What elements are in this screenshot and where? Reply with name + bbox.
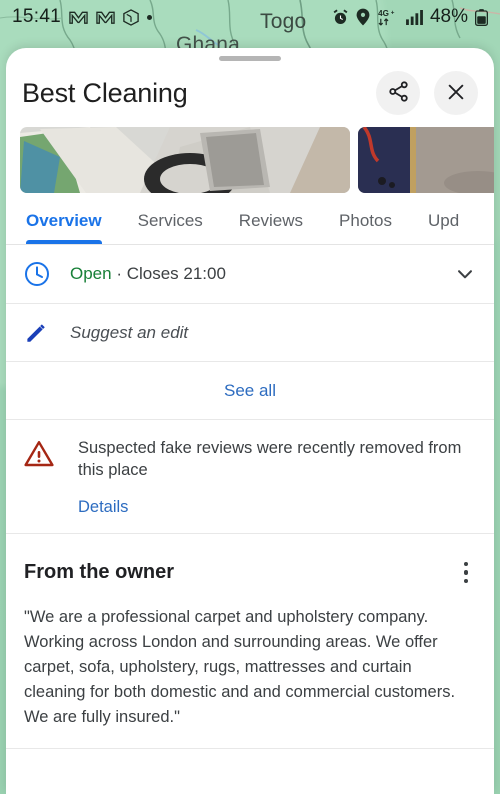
owner-section-title: From the owner (24, 560, 175, 583)
hours-text: Open · Closes 21:00 (70, 264, 444, 284)
photo-thumbnail[interactable] (20, 127, 350, 193)
gmail-icon (96, 10, 115, 24)
chevron-down-icon[interactable] (444, 263, 476, 285)
dot-icon (147, 14, 153, 20)
tab-reviews[interactable]: Reviews (221, 211, 321, 244)
share-button[interactable] (376, 71, 420, 115)
header-actions (376, 71, 478, 115)
battery-icon (475, 8, 488, 26)
tab-updates[interactable]: Upd (410, 211, 477, 244)
network-4gplus-icon: 4G + (377, 8, 399, 26)
see-all-label: See all (224, 380, 276, 400)
place-details-sheet: Best Cleaning Overview Services Reviews … (6, 48, 494, 794)
location-icon (356, 8, 370, 26)
warning-message: Suspected fake reviews were recently rem… (78, 439, 462, 479)
close-icon (445, 81, 467, 106)
page-title: Best Cleaning (22, 77, 188, 108)
status-bar-clock: 15:41 (12, 6, 62, 27)
fake-review-warning-block: Suspected fake reviews were recently rem… (6, 420, 494, 534)
hours-row[interactable]: Open · Closes 21:00 (6, 245, 494, 304)
status-bar-right: 4G + 48% (332, 6, 488, 28)
svg-text:+: + (391, 9, 395, 16)
status-bar: 15:41 4G + 48% (0, 0, 500, 34)
photo-thumbnail[interactable] (358, 127, 494, 193)
warning-top: Suspected fake reviews were recently rem… (24, 438, 476, 482)
section-divider (6, 748, 494, 750)
clock-icon (24, 261, 70, 287)
suggest-edit-label: Suggest an edit (70, 322, 189, 342)
svg-text:4G: 4G (378, 9, 389, 18)
gmail-icon (69, 10, 88, 24)
signal-bars-icon (406, 9, 423, 25)
photo-strip[interactable] (6, 127, 494, 193)
tab-overview[interactable]: Overview (20, 211, 120, 244)
sheet-header: Best Cleaning (6, 61, 494, 127)
warning-triangle-icon (24, 438, 78, 472)
owner-section-header: From the owner (6, 534, 494, 598)
see-all-row[interactable]: See all (6, 362, 494, 420)
package-icon (123, 8, 139, 26)
tab-photos[interactable]: Photos (321, 211, 410, 244)
share-icon (387, 80, 410, 106)
owner-description: "We are a professional carpet and uphols… (24, 608, 456, 727)
pencil-icon (24, 320, 70, 345)
status-bar-left: 15:41 (12, 6, 153, 28)
closing-time-label: · Closes 21:00 (116, 264, 226, 283)
tab-bar[interactable]: Overview Services Reviews Photos Upd (6, 193, 494, 245)
alarm-icon (332, 8, 349, 26)
details-link[interactable]: Details (78, 498, 128, 517)
tab-services[interactable]: Services (120, 211, 221, 244)
suggest-edit-row[interactable]: Suggest an edit (6, 304, 494, 362)
battery-percent-label: 48% (429, 6, 468, 27)
more-vertical-icon[interactable] (456, 556, 477, 590)
close-button[interactable] (434, 71, 478, 115)
open-status-label: Open (70, 264, 112, 283)
